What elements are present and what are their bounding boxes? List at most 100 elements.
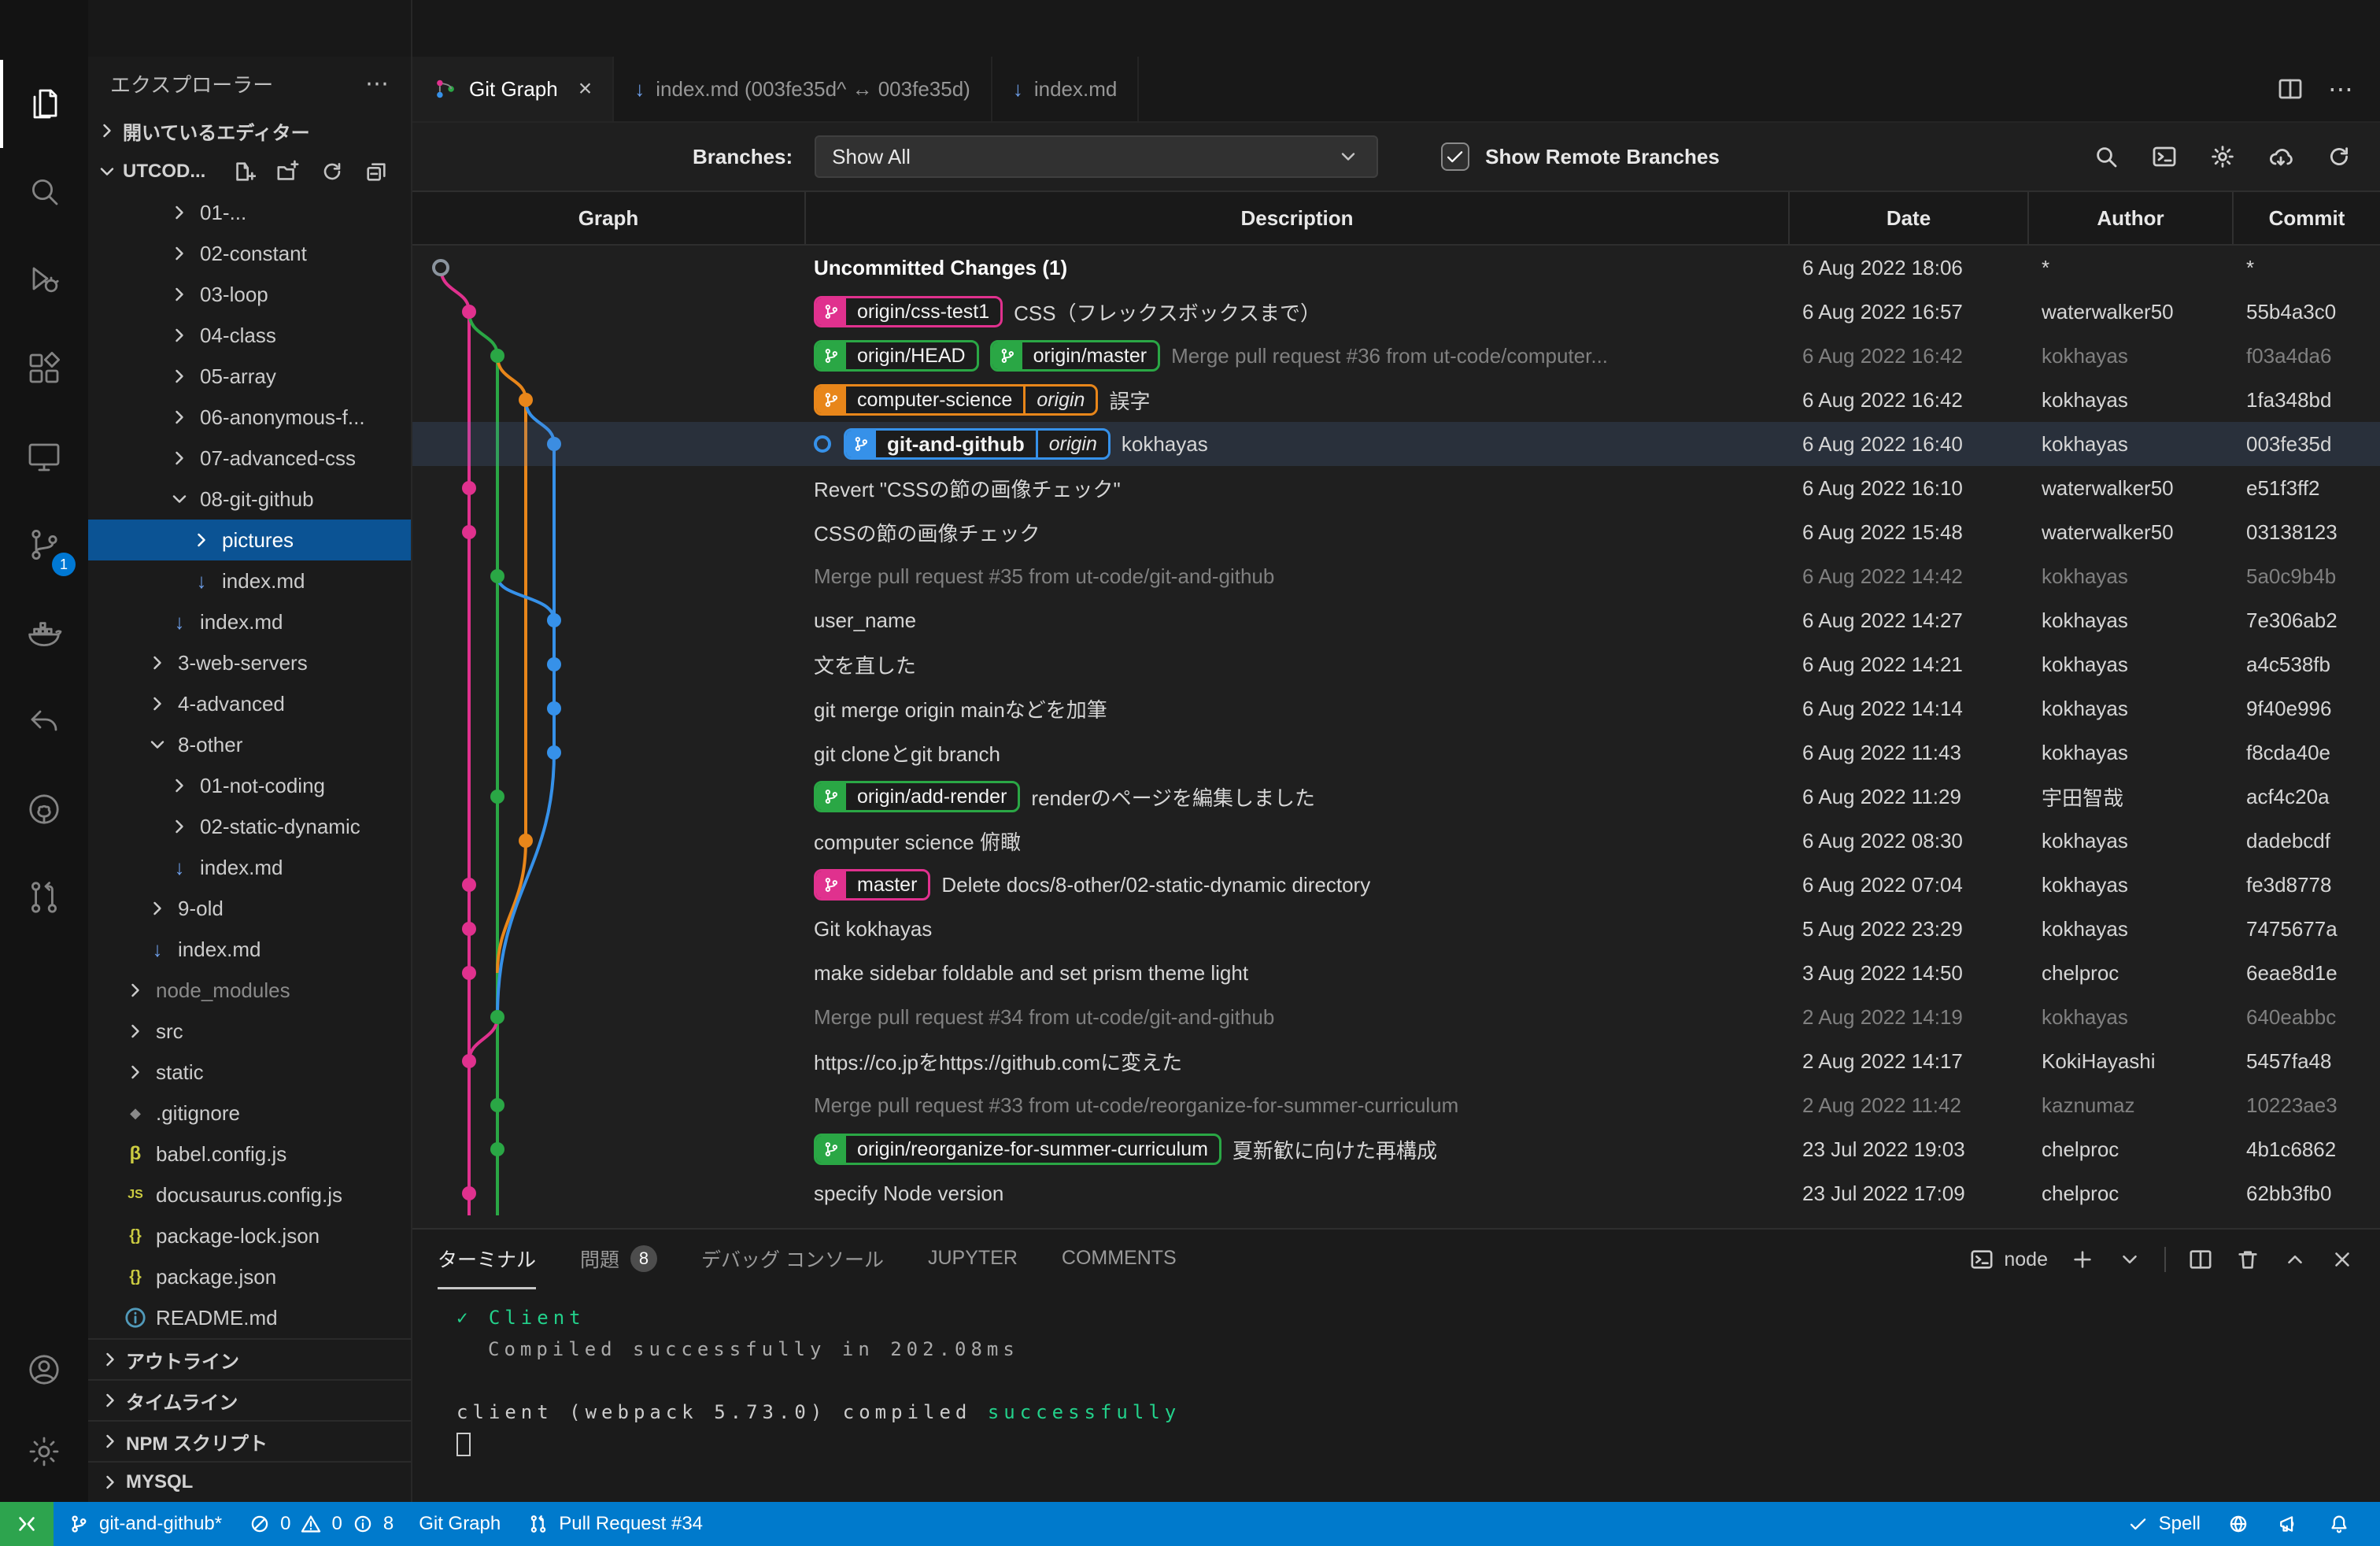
tree-item-02-constant[interactable]: 02-constant [88, 233, 411, 274]
commit-row[interactable]: git cloneとgit branch6 Aug 2022 11:43kokh… [412, 730, 2380, 775]
commit-row[interactable]: Revert "CSSの節の画像チェック"6 Aug 2022 16:10wat… [412, 466, 2380, 510]
commit-row[interactable]: Merge pull request #34 from ut-code/git-… [412, 995, 2380, 1039]
branch-badge[interactable]: computer-scienceorigin [814, 384, 1098, 416]
chevron-down-icon[interactable] [2117, 1247, 2142, 1272]
activity-search[interactable] [0, 148, 88, 236]
tree-item-docusaurus-config-js[interactable]: JSdocusaurus.config.js [88, 1174, 411, 1215]
fetch-cloud-icon[interactable] [2268, 144, 2293, 169]
tree-item-pictures[interactable]: pictures [88, 520, 411, 560]
close-panel-icon[interactable] [2330, 1247, 2355, 1272]
panel-tab-[interactable]: ターミナル [438, 1230, 536, 1289]
activity-remote-explorer[interactable] [0, 412, 88, 501]
tree-item-index-md[interactable]: ↓index.md [88, 847, 411, 888]
branch-badge[interactable]: git-and-githuborigin [844, 428, 1111, 460]
tree-item-index-md[interactable]: ↓index.md [88, 601, 411, 642]
status-pull-request[interactable]: Pull Request #34 [513, 1502, 715, 1546]
split-editor-icon[interactable] [2278, 76, 2303, 102]
activity-account[interactable] [0, 1329, 88, 1411]
branches-dropdown[interactable]: Show All [815, 135, 1378, 178]
commit-row[interactable]: user_name6 Aug 2022 14:27kokhayas7e306ab… [412, 598, 2380, 642]
commit-row[interactable]: make sidebar foldable and set prism them… [412, 951, 2380, 995]
refresh-icon[interactable] [320, 159, 345, 184]
branch-badge[interactable]: origin/css-test1 [814, 296, 1003, 327]
commit-row[interactable]: Merge pull request #35 from ut-code/git-… [412, 554, 2380, 598]
commit-row[interactable]: masterDelete docs/8-other/02-static-dyna… [412, 863, 2380, 907]
tree-item-04-class[interactable]: 04-class [88, 315, 411, 356]
sidebar-section-outline[interactable]: アウトライン [88, 1338, 411, 1379]
branch-badge[interactable]: origin/master [990, 340, 1161, 372]
tree-item-static[interactable]: static [88, 1052, 411, 1093]
more-actions-icon[interactable]: ⋯ [365, 70, 389, 98]
tree-item-05-array[interactable]: 05-array [88, 356, 411, 397]
tree-item-index-md[interactable]: ↓index.md [88, 929, 411, 970]
commit-row[interactable]: CSSの節の画像チェック6 Aug 2022 15:48waterwalker5… [412, 510, 2380, 554]
new-file-icon[interactable] [231, 159, 257, 184]
commit-row[interactable]: computer-scienceorigin誤字6 Aug 2022 16:42… [412, 378, 2380, 422]
tree-item-03-loop[interactable]: 03-loop [88, 274, 411, 315]
activity-source-control[interactable]: 1 [0, 501, 88, 589]
remote-indicator[interactable] [0, 1502, 54, 1546]
kill-terminal-icon[interactable] [2235, 1247, 2260, 1272]
status-branch[interactable]: git-and-github* [54, 1502, 235, 1546]
commit-row[interactable]: origin/HEADorigin/masterMerge pull reque… [412, 334, 2380, 378]
close-icon[interactable]: × [578, 76, 593, 102]
tree-item-package-json[interactable]: {}package.json [88, 1256, 411, 1297]
commit-row[interactable]: git-and-githuboriginkokhayas6 Aug 2022 1… [412, 422, 2380, 466]
activity-settings-gear[interactable] [0, 1411, 88, 1492]
tree-item-babel-config-js[interactable]: βbabel.config.js [88, 1134, 411, 1174]
tree-item-node-modules[interactable]: node_modules [88, 970, 411, 1011]
activity-run-debug[interactable] [0, 236, 88, 324]
branch-badge[interactable]: origin/add-render [814, 781, 1020, 812]
activity-files[interactable] [0, 60, 88, 148]
status-globe[interactable] [2213, 1511, 2264, 1537]
branch-badge[interactable]: origin/HEAD [814, 340, 979, 372]
collapse-all-icon[interactable] [364, 159, 389, 184]
tree-item-readme-md[interactable]: README.md [88, 1297, 411, 1338]
new-folder-icon[interactable] [275, 159, 301, 184]
commit-row[interactable]: specify Node version23 Jul 2022 17:09che… [412, 1171, 2380, 1215]
commit-row[interactable]: Merge pull request #33 from ut-code/reor… [412, 1083, 2380, 1127]
tree-item-9-old[interactable]: 9-old [88, 888, 411, 929]
tree-item-3-web-servers[interactable]: 3-web-servers [88, 642, 411, 683]
tree-item-07-advanced-css[interactable]: 07-advanced-css [88, 438, 411, 479]
split-terminal-icon[interactable] [2188, 1247, 2213, 1272]
commit-row[interactable]: origin/add-renderrenderのページを編集しました6 Aug … [412, 775, 2380, 819]
commit-row[interactable]: origin/css-test1CSS（フレックスボックスまで）6 Aug 20… [412, 290, 2380, 334]
workspace-section[interactable]: UTCOD... [88, 151, 411, 192]
panel-tab-[interactable]: 問題8 [580, 1230, 657, 1289]
terminal-output[interactable]: ✓ ClientCompiled successfully in 202.08m… [412, 1289, 2380, 1502]
maximize-panel-icon[interactable] [2282, 1247, 2308, 1272]
activity-extensions[interactable] [0, 324, 88, 412]
tree-item-4-advanced[interactable]: 4-advanced [88, 683, 411, 724]
commit-row[interactable]: computer science 俯瞰6 Aug 2022 08:30kokha… [412, 819, 2380, 863]
more-actions-icon[interactable]: ⋯ [2328, 74, 2355, 104]
tab-index-md-003fe35d-003fe35d[interactable]: ↓index.md (003fe35d^ ↔ 003fe35d) [614, 57, 992, 121]
status-feedback[interactable] [2264, 1511, 2314, 1537]
sidebar-section-npm-scripts[interactable]: NPM スクリプト [88, 1420, 411, 1461]
tree-item-06-anonymous-f[interactable]: 06-anonymous-f... [88, 397, 411, 438]
new-terminal-icon[interactable] [2070, 1247, 2095, 1272]
refresh-icon[interactable] [2326, 144, 2352, 169]
tree-item-package-lock-json[interactable]: {}package-lock.json [88, 1215, 411, 1256]
tab-git-graph[interactable]: Git Graph× [412, 57, 614, 121]
branch-badge[interactable]: origin/reorganize-for-summer-curriculum [814, 1134, 1221, 1165]
commit-row[interactable]: Uncommitted Changes (1)6 Aug 2022 18:06*… [412, 246, 2380, 290]
commit-row[interactable]: origin/reorganize-for-summer-curriculum夏… [412, 1127, 2380, 1171]
tree-item-01-not-coding[interactable]: 01-not-coding [88, 765, 411, 806]
tab-index-md[interactable]: ↓index.md [992, 57, 1140, 121]
panel-tab-comments[interactable]: COMMENTS [1062, 1230, 1177, 1289]
status-git-graph[interactable]: Git Graph [406, 1502, 513, 1546]
terminal-icon[interactable] [2152, 144, 2177, 169]
panel-tab-[interactable]: デバッグ コンソール [701, 1230, 884, 1289]
status-spell-check[interactable]: Spell [2113, 1511, 2213, 1537]
sidebar-section-mysql[interactable]: MYSQL [88, 1461, 411, 1502]
activity-curved-arrow[interactable] [0, 677, 88, 765]
terminal-shell-selector[interactable]: node [1969, 1247, 2048, 1272]
branch-badge[interactable]: master [814, 869, 930, 901]
commit-row[interactable]: 文を直した6 Aug 2022 14:21kokhayasa4c538fb [412, 642, 2380, 686]
tree-item-8-other[interactable]: 8-other [88, 724, 411, 765]
status-notifications[interactable] [2314, 1511, 2364, 1537]
status-problems[interactable]: 0 0 8 [235, 1502, 406, 1546]
activity-github[interactable] [0, 765, 88, 853]
commit-row[interactable]: https://co.jpをhttps://github.comに変えた2 Au… [412, 1039, 2380, 1083]
